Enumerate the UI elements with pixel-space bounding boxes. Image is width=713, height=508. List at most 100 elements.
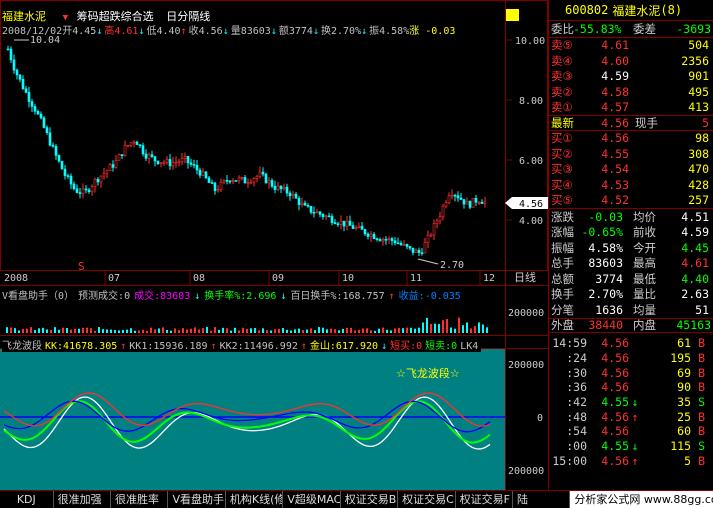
candle-body [384,238,388,241]
tick-volume: 60 [677,424,691,439]
alarm-button[interactable] [506,9,519,21]
candle-body [402,243,406,246]
ohlc-item: 换2.70% [320,26,362,37]
stat-value: 2.63 [681,287,709,302]
candle-body [441,205,445,217]
candle-body [414,249,418,253]
candle-body [198,169,202,176]
candle-body [66,175,70,177]
stat-label: 前收 [633,225,656,240]
indicator-tab[interactable]: 很准胜率 [111,491,169,508]
candle-body [60,160,64,170]
stat-label: 最高 [633,256,656,271]
tick-time: :54 [566,424,587,439]
candle-body [123,145,127,156]
volume-bar [118,330,120,333]
indicator-tab[interactable]: 陆 [513,491,571,508]
volume-bar [342,328,344,333]
candle-body [444,202,448,207]
volume-bar [190,328,192,333]
tick-list[interactable]: 14:59 4.56 61 B:24 4.56 195 B:30 4.56 69 B:36 4.56… [549,333,713,468]
volume-bar [298,328,300,333]
candle-body [246,182,250,184]
volume-bar [402,328,404,333]
volume-bar [406,327,408,333]
order-volume: 470 [688,162,709,177]
order-price: 4.61 [601,38,629,53]
date-label-12: 12 [483,273,495,284]
stat-label: 最低 [633,271,656,286]
volume-indicator-item: 成交:83603 [134,291,191,302]
volume-bar [34,330,36,333]
candle-body [303,202,307,206]
order-label: 卖③ [551,69,573,84]
volume-bar [386,329,388,333]
volume-bar [50,329,52,333]
stat-label: 今开 [633,240,656,255]
volume-bar [234,327,236,333]
volume-bar [390,330,392,333]
indicator-tab[interactable]: 很准加强 [54,491,112,508]
wave-indicator-item: 飞龙波段 [2,341,42,352]
candlestick-series [6,45,487,257]
tick-side: B [698,453,705,468]
chart-area[interactable]: 10.00 8.00 6.00 4.00 4.56 10.04 2.70 S 2… [0,0,548,490]
indicator-tab[interactable]: KDJ [0,491,54,508]
volume-bar [102,329,104,333]
candle-body [18,74,22,80]
order-price: 4.52 [601,193,629,208]
volume-bar [286,329,288,333]
candle-body [258,171,262,177]
volume-bar [374,330,376,333]
volume-bar [454,328,456,333]
volume-bar [138,330,140,333]
candle-body [183,156,187,159]
candle-body [132,141,136,144]
candle-body [261,171,265,175]
tick-side: B [698,365,705,380]
indicator-tab[interactable]: 权证交易F [456,491,513,508]
candle-body [39,113,43,119]
volume-bar [162,327,164,333]
tick-time: :24 [566,351,587,366]
volume-bar [90,328,92,333]
ohlc-item: 开4.45 [62,26,97,37]
candle-body [180,158,184,163]
volume-indicator-item: 收益:-0.035 [398,291,461,302]
indicator-tab[interactable]: 权证交易B [341,491,399,508]
indicator-tab[interactable]: 机构K线(修 [226,491,284,508]
period-button[interactable]: 日线 [514,270,536,284]
tick-side: B [698,336,705,351]
candle-body [321,213,325,217]
volume-bar [226,328,228,333]
wave-indicator-item: ↑ [210,341,217,352]
tick-price: 4.56 [601,380,629,395]
candle-body [474,197,478,203]
indicator-tab[interactable]: 权证交易C [398,491,456,508]
volume-bar [114,330,116,333]
volume-bar [146,330,148,333]
volume-bar [166,330,168,333]
candle-body [54,146,58,156]
candle-body [240,177,244,179]
chart-canvas[interactable]: 10.00 8.00 6.00 4.00 4.56 10.04 2.70 S 2… [0,0,548,490]
candle-body [120,154,124,156]
candle-body [150,154,154,157]
volume-bar [22,328,24,333]
outer-inner-row: 外盘 38440 内盘 45163 [549,317,713,333]
volume-bar [66,327,68,333]
candle-body [267,180,271,184]
indicator-tab[interactable]: V看盘助手 [168,491,226,508]
candle-body [201,171,205,176]
stats-row: 分笔 1636 均量 51 [549,302,713,318]
candle-body [36,111,40,115]
candle-body [42,117,46,128]
volume-bar [42,327,44,333]
order-price: 4.57 [601,100,629,115]
tick-row: :48 4.56 ↑ 25 B [549,409,713,424]
ohlc-item: ↓ [222,26,229,37]
candle-body [186,156,190,164]
indicator-tab[interactable]: V超级MACD [283,491,341,508]
date-label-09: 09 [272,273,284,284]
volume-bar [258,330,260,333]
